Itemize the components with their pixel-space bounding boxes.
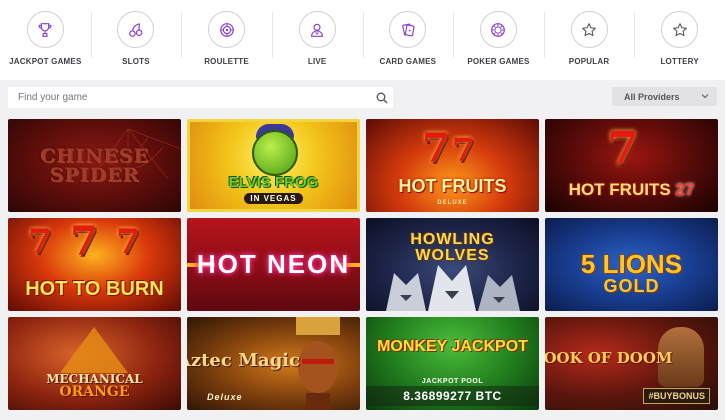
game-tile-aztec-magic-deluxe[interactable]: Aztec Magic Deluxe <box>187 317 360 410</box>
category-lottery[interactable]: LOTTERY <box>634 0 725 80</box>
search-icon[interactable] <box>371 87 393 108</box>
seven-symbol-art: 7 <box>607 121 640 175</box>
game-tile-howling-wolves[interactable]: HOWLING WOLVES <box>366 218 539 311</box>
dealer-icon <box>298 11 336 48</box>
category-slots[interactable]: SLOTS <box>90 0 182 80</box>
game-title: ELVIS FROG <box>228 174 319 192</box>
category-poker-games[interactable]: POKER GAMES <box>453 0 544 80</box>
game-subtitle: Deluxe <box>207 392 243 402</box>
game-tile-hot-fruits-27[interactable]: 7 HOT FRUITS 27 <box>545 119 718 212</box>
category-card-games[interactable]: CARD GAMES <box>362 0 454 80</box>
game-title: BOOK OF DOOM <box>545 349 673 368</box>
category-label: SLOTS <box>122 57 150 66</box>
seven-symbol-art: 7 <box>422 125 450 172</box>
game-subtitle: ORANGE <box>59 383 130 400</box>
game-tile-5-lions-gold[interactable]: 5 LIONS GOLD <box>545 218 718 311</box>
seven-symbol-art: 7 <box>116 222 140 262</box>
game-tile-hot-fruits-deluxe[interactable]: 7 7 HOT FRUITS DELUXE <box>366 119 539 212</box>
seven-symbol-art: 7 <box>28 222 52 262</box>
game-title: HOT FRUITS <box>398 175 507 196</box>
chevron-down-icon <box>701 94 709 99</box>
category-nav: JACKPOT GAMES SLOTS ROULETTE LIVE CARD G… <box>0 0 725 80</box>
category-label: POKER GAMES <box>467 57 530 66</box>
cherries-icon <box>117 11 155 48</box>
category-label: LOTTERY <box>660 57 699 66</box>
game-title: HOWLING WOLVES <box>410 231 495 264</box>
search-input[interactable] <box>8 87 371 108</box>
category-label: LIVE <box>307 57 327 66</box>
provider-select[interactable]: All Providers <box>612 87 717 106</box>
star-icon <box>661 11 699 48</box>
game-search <box>8 87 393 108</box>
game-number: 27 <box>675 180 695 200</box>
frog-character-art <box>252 130 298 176</box>
star-icon <box>570 11 608 48</box>
game-title: CHINESE SPIDER <box>39 145 149 186</box>
jackpot-pool-value: 8.36899277 BTC <box>366 386 539 406</box>
provider-select-value: All Providers <box>624 91 680 102</box>
pyramid-art <box>60 327 128 373</box>
category-label: CARD GAMES <box>379 57 437 66</box>
category-label: POPULAR <box>568 57 610 66</box>
game-subtitle: IN VEGAS <box>244 193 303 204</box>
category-jackpot-games[interactable]: JACKPOT GAMES <box>0 0 91 80</box>
category-label: ROULETTE <box>204 57 249 66</box>
category-label: JACKPOT GAMES <box>9 57 82 66</box>
games-grid: CHINESE SPIDER ELVIS FROG IN VEGAS 7 7 H… <box>8 119 718 410</box>
game-title: Aztec Magic <box>187 349 301 371</box>
game-tile-hot-to-burn[interactable]: 7 7 7 HOT TO BURN <box>8 218 181 311</box>
game-tile-monkey-jackpot[interactable]: MONKEY JACKPOT JACKPOT POOL 8.36899277 B… <box>366 317 539 410</box>
roulette-icon <box>208 11 246 48</box>
trophy-icon <box>26 11 64 48</box>
poker-chip-icon <box>479 11 517 48</box>
game-title: MONKEY JACKPOT <box>377 337 528 355</box>
jackpot-pool-label: JACKPOT POOL <box>421 378 484 385</box>
game-title: 5 LIONS <box>580 249 683 280</box>
game-tile-elvis-frog[interactable]: ELVIS FROG IN VEGAS <box>187 119 360 212</box>
category-live[interactable]: LIVE <box>271 0 363 80</box>
category-popular[interactable]: POPULAR <box>543 0 635 80</box>
game-title: HOT NEON <box>196 249 351 280</box>
game-tile-chinese-spider[interactable]: CHINESE SPIDER <box>8 119 181 212</box>
category-roulette[interactable]: ROULETTE <box>181 0 272 80</box>
buy-bonus-badge: #BUYBONUS <box>643 388 710 404</box>
game-title: HOT FRUITS <box>568 180 671 200</box>
game-subtitle: GOLD <box>603 276 660 296</box>
game-tile-book-of-doom[interactable]: BOOK OF DOOM #BUYBONUS <box>545 317 718 410</box>
game-title: HOT TO BURN <box>25 278 164 300</box>
game-tile-mechanical-orange[interactable]: MECHANICAL ORANGE <box>8 317 181 410</box>
game-subtitle: DELUXE <box>437 200 468 206</box>
seven-symbol-art: 7 <box>452 131 475 169</box>
game-tile-hot-neon[interactable]: HOT NEON <box>187 218 360 311</box>
cards-icon <box>389 11 427 48</box>
seven-symbol-art: 7 <box>70 218 98 265</box>
